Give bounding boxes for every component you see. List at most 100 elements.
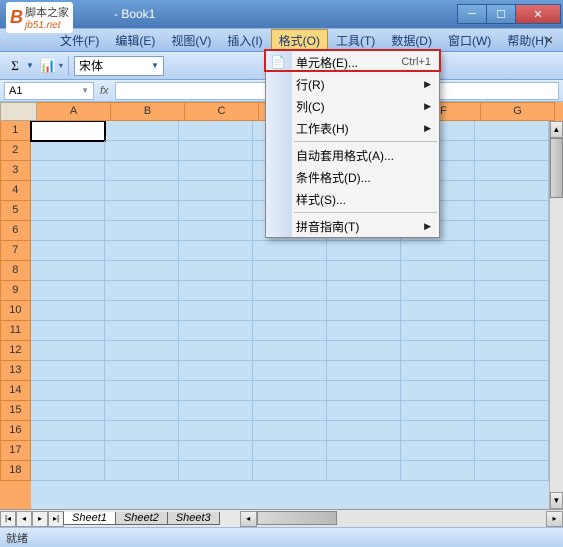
cell[interactable] xyxy=(401,241,475,261)
cell[interactable] xyxy=(327,381,401,401)
scroll-right-button[interactable]: ▸ xyxy=(546,511,563,527)
cell[interactable] xyxy=(31,141,105,161)
cell[interactable] xyxy=(105,301,179,321)
row-header[interactable]: 8 xyxy=(0,261,31,281)
vertical-scrollbar[interactable]: ▲ ▼ xyxy=(549,121,563,509)
scroll-up-button[interactable]: ▲ xyxy=(550,121,563,138)
cell[interactable] xyxy=(31,261,105,281)
cell[interactable] xyxy=(179,261,253,281)
col-header[interactable]: A xyxy=(37,102,111,121)
cell[interactable] xyxy=(401,341,475,361)
cell[interactable] xyxy=(31,421,105,441)
row-header[interactable]: 16 xyxy=(0,421,31,441)
cell[interactable] xyxy=(401,301,475,321)
row-header[interactable]: 1 xyxy=(0,121,31,141)
cell-A1[interactable] xyxy=(31,121,105,141)
row-header[interactable]: 15 xyxy=(0,401,31,421)
sum-arrow[interactable]: ▼ xyxy=(26,61,34,70)
cell[interactable] xyxy=(31,401,105,421)
cell[interactable] xyxy=(475,241,549,261)
row-header[interactable]: 9 xyxy=(0,281,31,301)
tab-first-button[interactable]: |◂ xyxy=(0,511,16,527)
cell[interactable] xyxy=(31,381,105,401)
cell[interactable] xyxy=(31,241,105,261)
row-header[interactable]: 14 xyxy=(0,381,31,401)
cell[interactable] xyxy=(31,301,105,321)
row-header[interactable]: 3 xyxy=(0,161,31,181)
cell[interactable] xyxy=(475,341,549,361)
row-header[interactable]: 11 xyxy=(0,321,31,341)
cell[interactable] xyxy=(179,421,253,441)
cell[interactable] xyxy=(253,461,327,481)
cell[interactable] xyxy=(327,321,401,341)
cell[interactable] xyxy=(475,361,549,381)
cell[interactable] xyxy=(105,401,179,421)
cell[interactable] xyxy=(327,461,401,481)
cell[interactable] xyxy=(475,141,549,161)
menu-autoformat[interactable]: 自动套用格式(A)... xyxy=(266,144,439,166)
cell[interactable] xyxy=(401,261,475,281)
cell[interactable] xyxy=(327,261,401,281)
menu-sheet[interactable]: 工作表(H) ▶ xyxy=(266,117,439,139)
cell[interactable] xyxy=(105,321,179,341)
row-header[interactable]: 5 xyxy=(0,201,31,221)
cell[interactable] xyxy=(475,461,549,481)
doc-close-button[interactable]: ✕ xyxy=(541,33,557,47)
cell[interactable] xyxy=(105,201,179,221)
cell[interactable] xyxy=(327,421,401,441)
fx-icon[interactable]: fx xyxy=(100,85,109,97)
cell[interactable] xyxy=(475,441,549,461)
menu-view[interactable]: 视图(V) xyxy=(163,29,219,52)
row-header[interactable]: 10 xyxy=(0,301,31,321)
cell[interactable] xyxy=(31,201,105,221)
scroll-thumb[interactable] xyxy=(257,511,337,525)
cell[interactable] xyxy=(475,281,549,301)
cell[interactable] xyxy=(105,361,179,381)
cell[interactable] xyxy=(179,381,253,401)
cell[interactable] xyxy=(31,321,105,341)
cell[interactable] xyxy=(327,281,401,301)
cell[interactable] xyxy=(31,461,105,481)
sheet-tab-3[interactable]: Sheet3 xyxy=(167,512,220,525)
cell[interactable] xyxy=(475,401,549,421)
cell[interactable] xyxy=(253,341,327,361)
scroll-left-button[interactable]: ◂ xyxy=(240,511,257,527)
cell[interactable] xyxy=(401,321,475,341)
scroll-track[interactable] xyxy=(257,511,546,527)
cell[interactable] xyxy=(327,241,401,261)
cell[interactable] xyxy=(179,341,253,361)
cell[interactable] xyxy=(327,401,401,421)
menu-data[interactable]: 数据(D) xyxy=(383,29,440,52)
menu-style[interactable]: 样式(S)... xyxy=(266,188,439,210)
cell[interactable] xyxy=(253,281,327,301)
cell[interactable] xyxy=(179,181,253,201)
row-header[interactable]: 6 xyxy=(0,221,31,241)
menu-column[interactable]: 列(C) ▶ xyxy=(266,95,439,117)
cell[interactable] xyxy=(105,221,179,241)
row-header[interactable]: 12 xyxy=(0,341,31,361)
close-button[interactable]: ✕ xyxy=(515,4,561,24)
cell[interactable] xyxy=(31,281,105,301)
cell[interactable] xyxy=(401,461,475,481)
menu-pinyin[interactable]: 拼音指南(T) ▶ xyxy=(266,215,439,237)
cell[interactable] xyxy=(105,261,179,281)
chart-button[interactable]: 📊 xyxy=(37,55,59,77)
tab-prev-button[interactable]: ◂ xyxy=(16,511,32,527)
cell[interactable] xyxy=(253,441,327,461)
scroll-down-button[interactable]: ▼ xyxy=(550,492,563,509)
row-header[interactable]: 17 xyxy=(0,441,31,461)
cell[interactable] xyxy=(105,181,179,201)
cell[interactable] xyxy=(401,281,475,301)
col-header[interactable]: B xyxy=(111,102,185,121)
cell[interactable] xyxy=(401,421,475,441)
cell[interactable] xyxy=(105,421,179,441)
cell[interactable] xyxy=(475,201,549,221)
cell[interactable] xyxy=(31,441,105,461)
menu-condformat[interactable]: 条件格式(D)... xyxy=(266,166,439,188)
cell[interactable] xyxy=(253,261,327,281)
cell[interactable] xyxy=(253,381,327,401)
cell[interactable] xyxy=(179,461,253,481)
cell[interactable] xyxy=(179,121,253,141)
col-header[interactable]: C xyxy=(185,102,259,121)
cell[interactable] xyxy=(179,281,253,301)
